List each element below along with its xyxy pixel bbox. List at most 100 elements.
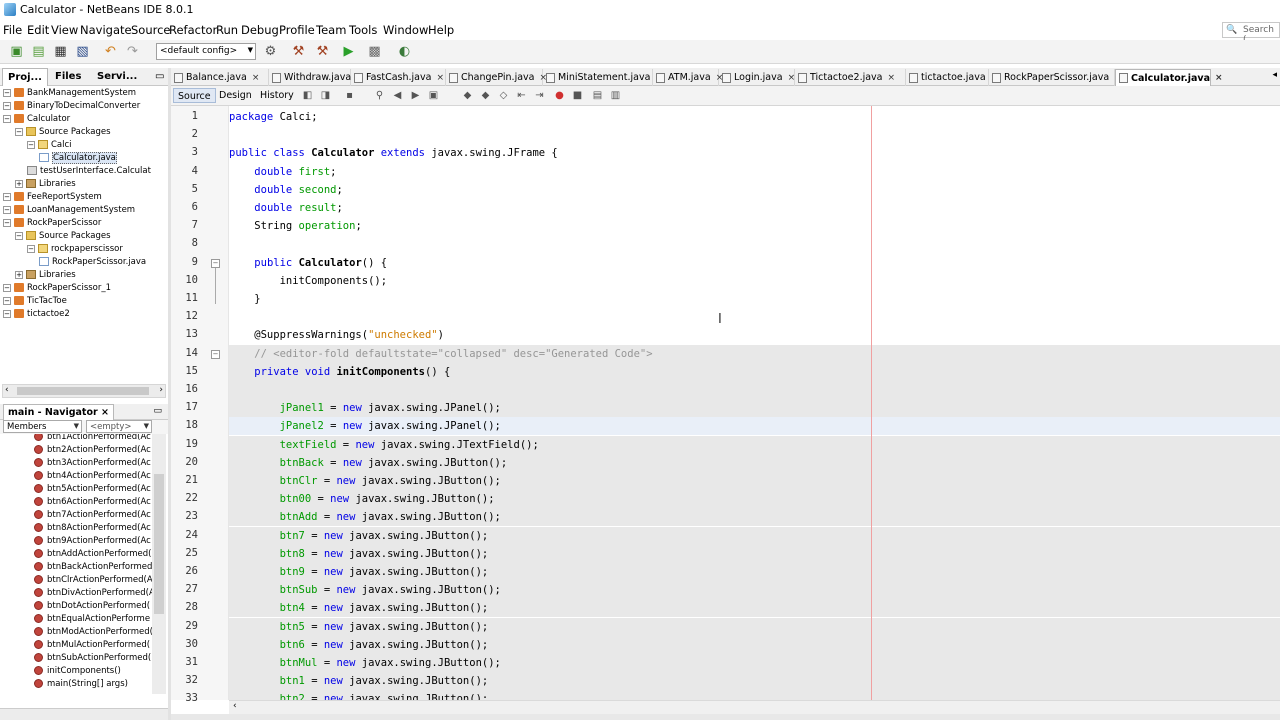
code-line[interactable]: // <editor-fold defaultstate="collapsed"… [229,344,1280,363]
code-line[interactable]: initComponents(); [229,272,1280,290]
profile-icon[interactable]: ◐ [396,43,413,60]
editor-tab[interactable]: Withdraw.java× [269,69,364,86]
editor-tab[interactable]: tictactoe.java× [906,69,998,86]
code-line[interactable]: jPanel2 = new javax.swing.JPanel(); [229,417,1280,436]
navigator-member[interactable]: btn9ActionPerformed(Ac [34,534,151,547]
editor-tab[interactable]: Calculator.java × [1115,69,1223,86]
code-line[interactable] [229,235,1280,253]
expand-toggle-icon[interactable]: − [3,88,11,97]
navigator-member[interactable]: btnSubActionPerformed( [34,651,151,664]
navigator-member[interactable]: btnBackActionPerformed [34,560,152,573]
expand-toggle-icon[interactable]: + [15,270,23,279]
view-tab-design[interactable]: Design [215,88,256,103]
navigator-member[interactable]: btnModActionPerformed( [34,625,152,638]
tree-item[interactable]: + Libraries [15,268,76,281]
navigator-member[interactable]: initComponents() [34,664,121,677]
back-icon[interactable]: ◨ [319,89,332,102]
editor-tab[interactable]: RockPaperScissor.java× [989,69,1122,86]
debug-icon[interactable]: ▩ [366,43,383,60]
navigator-member[interactable]: btn3ActionPerformed(Ac [34,456,151,469]
search-input[interactable]: 🔍 Search ( [1222,22,1280,45]
find-previous-icon[interactable]: ◀ [391,89,404,102]
tree-item[interactable]: − FeeReportSystem [3,190,102,203]
menu-file[interactable]: File [3,23,22,37]
tree-item[interactable]: − BinaryToDecimalConverter [3,99,140,112]
close-icon[interactable]: × [888,73,896,83]
editor-tab[interactable]: Tictactoe2.java × [795,69,906,86]
code-line[interactable] [229,381,1280,399]
navigator-member[interactable]: btnEqualActionPerforme [34,612,150,625]
tree-item[interactable]: testUserInterface.Calculat [27,164,151,177]
expand-toggle-icon[interactable]: − [3,283,11,292]
close-icon[interactable]: × [101,407,109,418]
editor-tab[interactable]: ATM.java × [653,69,723,86]
navigator-member[interactable]: btn4ActionPerformed(Ac [34,469,151,482]
navigator-member[interactable]: btn6ActionPerformed(Ac [34,495,151,508]
editor-tab[interactable]: Balance.java × [171,69,269,86]
minimize-icon[interactable]: ▭ [153,406,162,416]
code-line[interactable]: double first; [229,163,1280,181]
navigator-member[interactable]: btn8ActionPerformed(Ac [34,521,151,534]
tree-item[interactable]: − Source Packages [15,229,111,242]
build-icon[interactable]: ⚒ [290,43,307,60]
menu-profile[interactable]: Profile [279,23,315,37]
code-line[interactable]: public class Calculator extends javax.sw… [229,144,1280,162]
filter-select[interactable]: <empty> ▼ [86,420,152,433]
expand-toggle-icon[interactable]: − [3,218,11,227]
tab-projects[interactable]: Proj... [2,68,48,86]
undo-icon[interactable]: ↶ [102,43,119,60]
editor-tab[interactable]: FastCash.java × [351,69,446,86]
expand-toggle-icon[interactable]: − [3,205,11,214]
code-line[interactable]: btn00 = new javax.swing.JButton(); [229,490,1280,509]
scroll-right-icon[interactable]: › [159,385,163,395]
expand-toggle-icon[interactable]: − [3,101,11,110]
code-line[interactable]: textField = new javax.swing.JTextField()… [229,435,1280,454]
code-line[interactable]: } [229,290,1280,308]
tree-item[interactable]: − Calci [27,138,72,151]
toggle-bookmark-icon[interactable]: ◇ [497,89,510,102]
code-line[interactable]: btn4 = new javax.swing.JButton(); [229,599,1280,618]
view-tab-history[interactable]: History [256,88,298,103]
toggle-highlight-icon[interactable]: ▣ [427,89,440,102]
code-line[interactable]: btn1 = new javax.swing.JButton(); [229,672,1280,691]
code-line[interactable] [229,126,1280,144]
code-line[interactable]: double second; [229,181,1280,199]
menu-team[interactable]: Team [316,23,346,37]
config-gear-icon[interactable]: ⚙ [262,43,279,60]
start-macro-icon[interactable]: ● [553,89,566,102]
minimize-icon[interactable]: ▭ [150,68,169,86]
code-line[interactable]: btn8 = new javax.swing.JButton(); [229,544,1280,563]
code-line[interactable]: btn2 = new javax.swing.JButton(); [229,690,1280,700]
expand-toggle-icon[interactable]: + [15,179,23,188]
code-line[interactable]: btnBack = new javax.swing.JButton(); [229,453,1280,472]
code-line[interactable]: btnMul = new javax.swing.JButton(); [229,654,1280,672]
code-line[interactable]: @SuppressWarnings("unchecked") [229,326,1280,344]
tab-files[interactable]: Files [50,68,90,86]
close-icon[interactable]: × [788,73,796,83]
config-select[interactable]: <default config> ▼ [156,43,256,60]
tree-item[interactable]: + Libraries [15,177,76,190]
code-line[interactable]: package Calci; [229,108,1280,126]
navigator-member[interactable]: btnDotActionPerformed( [34,599,150,612]
new-file-icon[interactable]: ▤ [30,43,47,60]
navigator-member[interactable]: btn7ActionPerformed(Ac [34,508,151,521]
code-line[interactable]: btnClr = new javax.swing.JButton(); [229,472,1280,490]
expand-toggle-icon[interactable]: − [3,309,11,318]
editor-tab[interactable]: Login.java × [719,69,795,86]
navigator-member[interactable]: btn2ActionPerformed(Ac [34,443,151,456]
code-line[interactable]: btnAdd = new javax.swing.JButton(); [229,508,1280,527]
forward-icon[interactable]: ▪ [343,89,356,102]
tree-item[interactable]: Calculator.java [39,151,117,164]
comment-icon[interactable]: ▤ [591,89,604,102]
clean-build-icon[interactable]: ⚒ [314,43,331,60]
editor-tab[interactable]: MiniStatement.java× [543,69,663,86]
code-line[interactable]: btn5 = new javax.swing.JButton(); [229,617,1280,636]
editor-horizontal-scrollbar[interactable]: ‹ [229,700,1280,714]
project-horizontal-scrollbar[interactable]: ‹ › [2,384,166,398]
code-line[interactable]: jPanel1 = new javax.swing.JPanel(); [229,399,1280,418]
code-line[interactable]: double result; [229,199,1280,217]
expand-toggle-icon[interactable]: − [27,244,35,253]
navigator-member[interactable]: btnDivActionPerformed(A [34,586,152,599]
find-icon[interactable]: ⚲ [373,89,386,102]
code-line[interactable]: btnSub = new javax.swing.JButton(); [229,581,1280,600]
